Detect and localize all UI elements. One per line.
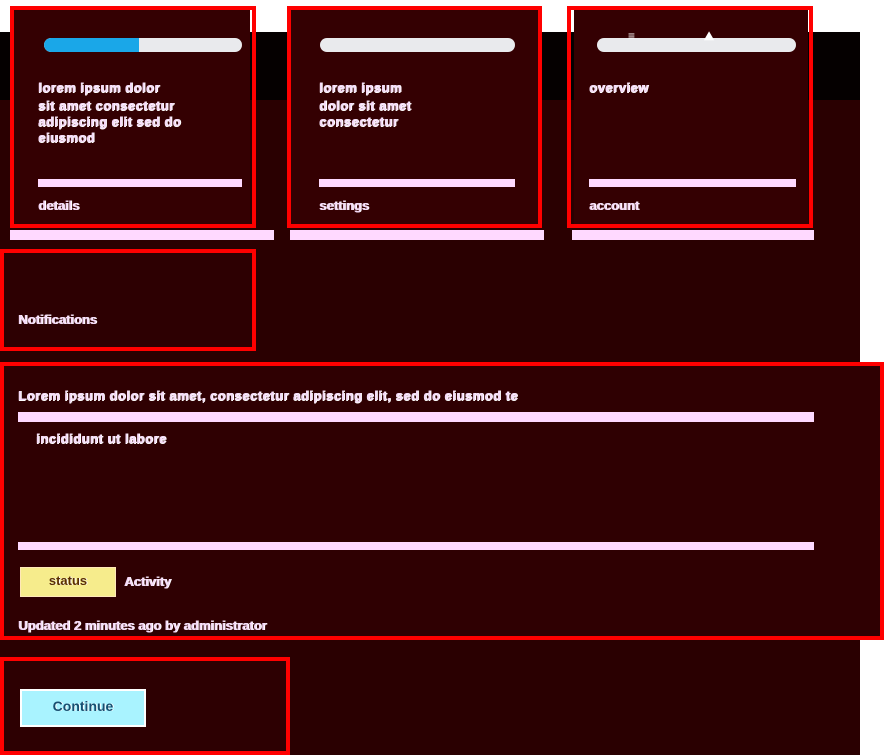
annotation-frame-section-title <box>0 249 256 351</box>
annotation-frame-card-three <box>567 6 813 228</box>
annotation-frame-action-area <box>0 657 290 755</box>
card-shelf-middle <box>290 230 544 240</box>
card-shelf-right <box>572 230 814 240</box>
card-shelf-left <box>10 230 274 240</box>
annotation-frame-notification-panel <box>0 362 884 640</box>
annotation-frame-card-one <box>10 6 256 228</box>
screenshot-canvas: lorem ipsum dolor sit amet consectetur a… <box>0 0 884 755</box>
annotation-frame-card-two <box>287 6 542 228</box>
